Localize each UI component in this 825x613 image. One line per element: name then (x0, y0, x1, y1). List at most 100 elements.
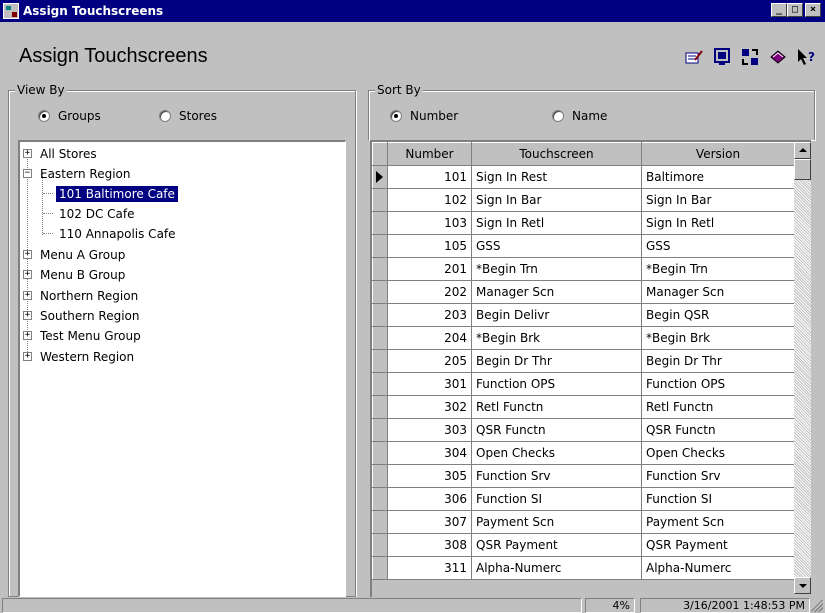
cell-version[interactable]: Function SI (641, 487, 795, 511)
cell-version[interactable]: Payment Scn (641, 510, 795, 534)
scroll-down-icon[interactable] (794, 577, 811, 594)
row-selector[interactable] (372, 188, 388, 212)
tree-node-test-menu[interactable]: + Test Menu Group (23, 326, 144, 345)
expand-icon[interactable]: + (23, 311, 32, 320)
cell-touchscreen[interactable]: Function Srv (471, 464, 642, 488)
radio-button[interactable] (38, 110, 50, 122)
cell-version[interactable]: Baltimore (641, 165, 795, 189)
screen-icon[interactable] (711, 46, 733, 68)
radio-button[interactable] (390, 110, 402, 122)
tree-node-menu-b[interactable]: + Menu B Group (23, 265, 128, 284)
expand-icon[interactable]: + (23, 270, 32, 279)
expand-icon[interactable]: + (23, 250, 32, 259)
row-selector[interactable] (372, 464, 388, 488)
cell-version[interactable]: Function OPS (641, 372, 795, 396)
cell-version[interactable]: Alpha-Numerc (641, 556, 795, 580)
tree-node-store[interactable]: 110 Annapolis Cafe (43, 224, 179, 243)
cell-touchscreen[interactable]: *Begin Brk (471, 326, 642, 350)
cell-touchscreen[interactable]: Alpha-Numerc (471, 556, 642, 580)
row-selector[interactable] (372, 326, 388, 350)
tree-node-store[interactable]: 101 Baltimore Cafe (43, 184, 179, 203)
cell-version[interactable]: Function Srv (641, 464, 795, 488)
cell-number[interactable]: 302 (387, 395, 472, 419)
scroll-thumb[interactable] (794, 159, 811, 180)
cell-touchscreen[interactable]: Sign In Rest (471, 165, 642, 189)
transfer-icon[interactable] (739, 46, 761, 68)
cell-version[interactable]: GSS (641, 234, 795, 258)
tree-node-all-stores[interactable]: + All Stores (23, 144, 100, 163)
table-row[interactable]: 202 Manager Scn Manager Scn (372, 280, 795, 304)
cell-touchscreen[interactable]: Open Checks (471, 441, 642, 465)
cell-number[interactable]: 304 (387, 441, 472, 465)
cell-number[interactable]: 311 (387, 556, 472, 580)
row-selector[interactable] (372, 211, 388, 235)
table-row[interactable]: 303 QSR Functn QSR Functn (372, 418, 795, 442)
cell-touchscreen[interactable]: QSR Payment (471, 533, 642, 557)
row-selector[interactable] (372, 257, 388, 281)
cell-number[interactable]: 201 (387, 257, 472, 281)
cell-number[interactable]: 301 (387, 372, 472, 396)
current-row-indicator[interactable] (372, 165, 388, 189)
tree-node-store[interactable]: 102 DC Cafe (43, 204, 138, 223)
expand-icon[interactable]: + (23, 331, 32, 340)
expand-icon[interactable]: + (23, 352, 32, 361)
cell-number[interactable]: 308 (387, 533, 472, 557)
radio-button[interactable] (552, 110, 564, 122)
edit-form-icon[interactable] (683, 46, 705, 68)
row-selector[interactable] (372, 510, 388, 534)
radio-stores[interactable]: Stores (159, 109, 217, 123)
help-pointer-icon[interactable]: ? (795, 46, 817, 68)
radio-name[interactable]: Name (552, 109, 607, 123)
expand-icon[interactable]: + (23, 149, 32, 158)
table-row[interactable]: 306 Function SI Function SI (372, 487, 795, 511)
cell-number[interactable]: 306 (387, 487, 472, 511)
row-selector[interactable] (372, 280, 388, 304)
tree-node-southern[interactable]: + Southern Region (23, 306, 142, 325)
table-row[interactable]: 102 Sign In Bar Sign In Bar (372, 188, 795, 212)
row-selector[interactable] (372, 303, 388, 327)
row-selector[interactable] (372, 234, 388, 258)
cell-touchscreen[interactable]: QSR Functn (471, 418, 642, 442)
cell-touchscreen[interactable]: Manager Scn (471, 280, 642, 304)
table-row[interactable]: 302 Retl Functn Retl Functn (372, 395, 795, 419)
cell-number[interactable]: 307 (387, 510, 472, 534)
row-selector[interactable] (372, 487, 388, 511)
scroll-up-icon[interactable] (794, 142, 811, 159)
cell-version[interactable]: Begin QSR (641, 303, 795, 327)
cell-version[interactable]: Manager Scn (641, 280, 795, 304)
column-header-number[interactable]: Number (387, 142, 472, 166)
cell-touchscreen[interactable]: Function SI (471, 487, 642, 511)
row-selector[interactable] (372, 533, 388, 557)
table-row[interactable]: 103 Sign In Retl Sign In Retl (372, 211, 795, 235)
cell-number[interactable]: 101 (387, 165, 472, 189)
row-selector[interactable] (372, 418, 388, 442)
table-row[interactable]: 203 Begin Delivr Begin QSR (372, 303, 795, 327)
cell-version[interactable]: QSR Functn (641, 418, 795, 442)
cell-version[interactable]: Open Checks (641, 441, 795, 465)
cell-version[interactable]: QSR Payment (641, 533, 795, 557)
cell-number[interactable]: 105 (387, 234, 472, 258)
table-row[interactable]: 307 Payment Scn Payment Scn (372, 510, 795, 534)
radio-button[interactable] (159, 110, 171, 122)
table-row[interactable]: 201 *Begin Trn *Begin Trn (372, 257, 795, 281)
cell-touchscreen[interactable]: GSS (471, 234, 642, 258)
title-bar[interactable]: Assign Touchscreens _ □ × (0, 0, 825, 22)
cell-number[interactable]: 204 (387, 326, 472, 350)
tree-node-northern[interactable]: + Northern Region (23, 286, 141, 305)
row-selector[interactable] (372, 395, 388, 419)
table-row[interactable]: 101 Sign In Rest Baltimore (372, 165, 795, 189)
expand-icon[interactable]: + (23, 291, 32, 300)
cell-number[interactable]: 203 (387, 303, 472, 327)
tree-node-menu-a[interactable]: + Menu A Group (23, 245, 128, 264)
cell-touchscreen[interactable]: *Begin Trn (471, 257, 642, 281)
row-selector[interactable] (372, 441, 388, 465)
cell-version[interactable]: Begin Dr Thr (641, 349, 795, 373)
tree-node-eastern-region[interactable]: − Eastern Region (23, 164, 134, 183)
radio-number[interactable]: Number (390, 109, 458, 123)
cell-touchscreen[interactable]: Begin Dr Thr (471, 349, 642, 373)
column-header-version[interactable]: Version (641, 142, 795, 166)
table-row[interactable]: 301 Function OPS Function OPS (372, 372, 795, 396)
cell-touchscreen[interactable]: Retl Functn (471, 395, 642, 419)
cell-touchscreen[interactable]: Sign In Retl (471, 211, 642, 235)
table-row[interactable]: 305 Function Srv Function Srv (372, 464, 795, 488)
